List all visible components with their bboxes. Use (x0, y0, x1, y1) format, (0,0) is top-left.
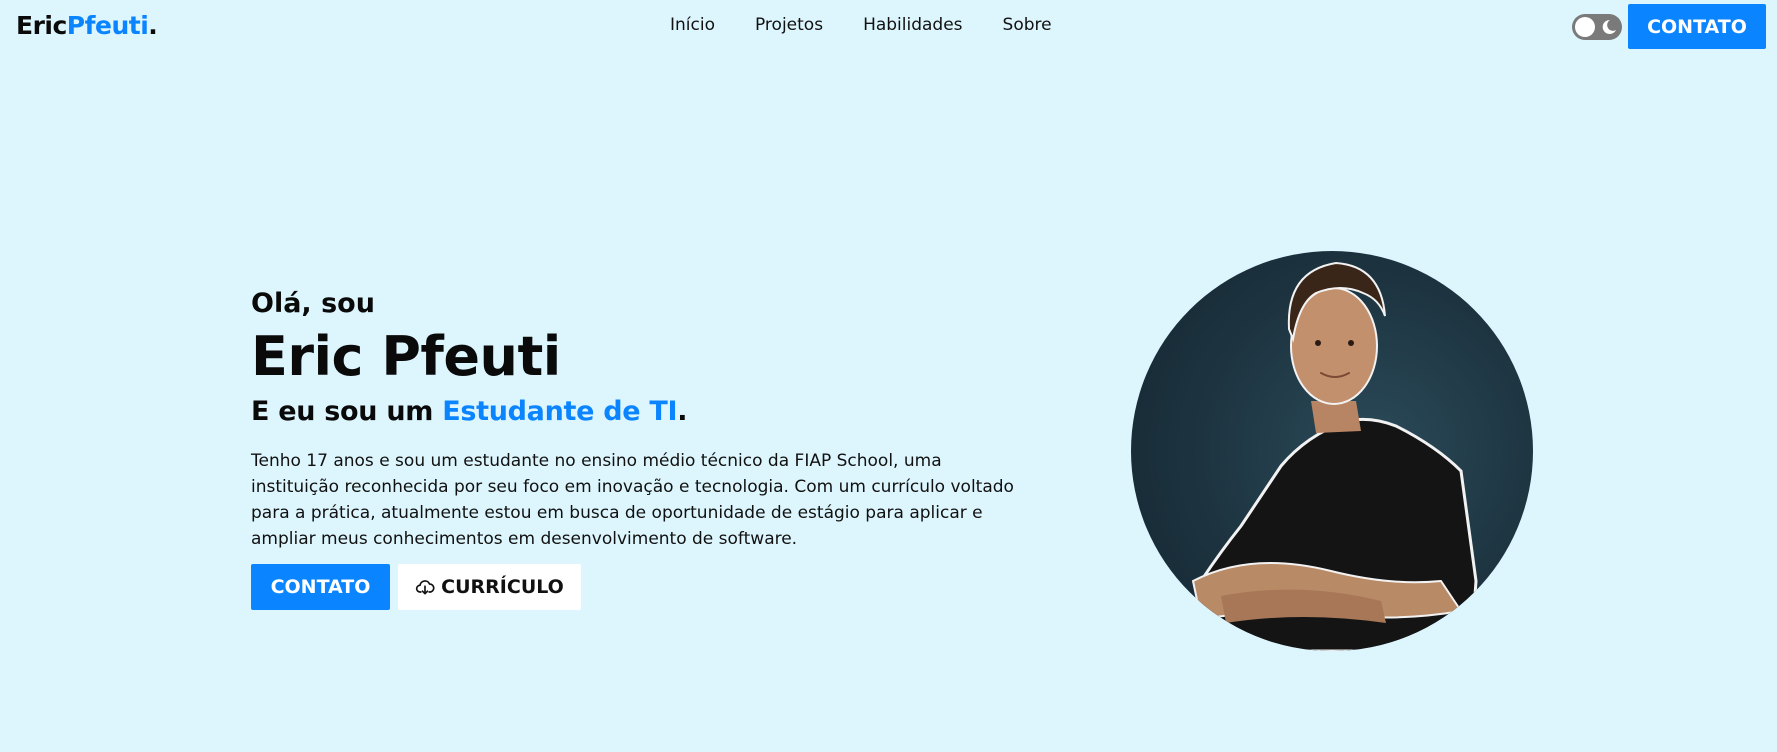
nav-link-inicio[interactable]: Início (670, 14, 715, 36)
nav-link-sobre[interactable]: Sobre (1003, 14, 1052, 36)
theme-toggle[interactable] (1572, 14, 1622, 40)
role-suffix: . (677, 396, 688, 427)
nav-link-habilidades[interactable]: Habilidades (863, 14, 962, 36)
resume-button-label: CURRÍCULO (441, 576, 564, 598)
hero-greeting: Olá, sou (251, 288, 375, 319)
site-header: EricPfeuti. Início Projetos Habilidades … (0, 0, 1777, 52)
toggle-knob (1575, 17, 1595, 37)
logo-first-name: Eric (16, 11, 67, 40)
profile-photo-illustration (1189, 261, 1478, 651)
moon-icon (1602, 19, 1616, 34)
header-contact-button[interactable]: CONTATO (1628, 4, 1766, 49)
logo[interactable]: EricPfeuti. (16, 10, 158, 42)
nav-link-projetos[interactable]: Projetos (755, 14, 823, 36)
hero-role: E eu sou um Estudante de TI. (251, 394, 1031, 430)
logo-dot: . (148, 11, 158, 40)
hero-section: Olá, sou Eric Pfeuti E eu sou um Estudan… (251, 286, 1031, 610)
main-nav: Início Projetos Habilidades Sobre (670, 14, 1052, 36)
contact-button[interactable]: CONTATO (251, 564, 390, 610)
resume-download-button[interactable]: CURRÍCULO (398, 564, 581, 610)
hero-actions: CONTATO CURRÍCULO (251, 564, 1031, 610)
role-prefix: E eu sou um (251, 396, 443, 427)
profile-photo (1131, 251, 1533, 651)
logo-last-name: Pfeuti (66, 11, 149, 40)
cloud-download-icon (416, 580, 435, 595)
hero-bio: Tenho 17 anos e sou um estudante no ensi… (251, 451, 1014, 549)
role-highlight: Estudante de TI (442, 396, 678, 427)
hero-name: Eric Pfeuti (251, 325, 561, 388)
